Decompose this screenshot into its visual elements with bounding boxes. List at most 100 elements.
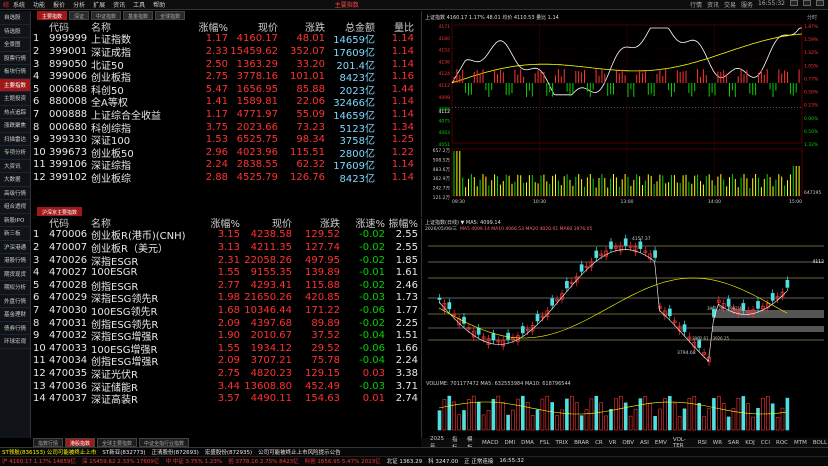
indicator-tab[interactable]: CR [594,440,604,446]
column-header[interactable]: 涨跌 [278,19,325,34]
volume-bar [726,416,731,431]
sidebar-item[interactable]: 期货现货 [0,268,30,281]
sidebar-item[interactable]: 外盘行情 [0,295,30,308]
sidebar-item[interactable]: 主题投资 [0,92,30,106]
sidebar-item[interactable]: 环球宏观 [0,335,30,349]
table-row[interactable]: 12 399102 创业板综 2.88 4525.79 126.76 8423亿 1.14 [33,171,418,185]
indicator-tab[interactable]: MACD [481,440,500,446]
indicator-tab[interactable]: DMI [504,440,517,446]
indicator-tab[interactable]: OBV [621,440,635,446]
column-header[interactable]: 涨幅% [198,215,240,230]
bottom-tab[interactable]: 港股指数 [65,438,96,447]
cell: 1 [33,229,40,241]
column-header[interactable]: 涨幅% [171,19,228,34]
bottom-tab[interactable]: 全球主要指数 [97,438,138,447]
column-header[interactable]: 量比 [375,19,414,34]
sidebar-item[interactable]: 新股IPO [0,214,30,227]
sidebar-item[interactable]: 专项分析 [0,146,30,160]
ticker-item[interactable]: ST新亚(832773) [102,448,145,456]
status-item: 16:55:32 [499,458,525,464]
sidebar-item[interactable]: 全景图 [0,38,30,52]
indicator-tab[interactable]: SAR [727,440,740,446]
minimize-button[interactable] [790,0,798,6]
menu-item-tools[interactable]: 工具 [129,0,149,9]
indicator-tab[interactable]: MTM [793,440,808,446]
column-header[interactable]: 涨速% [340,215,385,230]
bottom-tab[interactable]: 中证全指行业指数 [139,438,190,447]
cell: 399006 [49,71,88,83]
menu-item-help[interactable]: 帮助 [149,0,169,9]
volume-bar [712,398,716,431]
close-button[interactable] [816,0,824,6]
table-row[interactable]: 3 470026 深指ESGR 2.31 22058.26 497.95 -0.02 1.85 [33,254,418,268]
sidebar-item[interactable]: 沪深港通 [0,241,30,254]
menu-item-extend[interactable]: 扩展 [89,0,109,9]
sidebar-item[interactable]: 大资讯 [0,160,30,173]
cell: 1.14 [391,96,414,108]
sidebar-item[interactable]: 大数据 [0,173,30,187]
sidebar-item[interactable]: 股票行情 [0,52,30,65]
time-label: 13:00 [621,199,634,205]
sidebar-item[interactable]: 期权分析 [0,281,30,295]
cell: 1.14 [391,33,414,45]
column-header[interactable]: 振幅% [385,215,418,230]
indicator-tab[interactable]: TRIX [555,440,570,446]
bottom-tab[interactable]: 指数行情 [33,438,64,447]
candle-body [697,340,702,348]
cell: 154.63 [305,393,340,405]
ticker-item[interactable]: 正清股份(872693) [152,448,199,456]
sidebar-item[interactable]: 港股行情 [0,254,30,268]
menu-item-analysis[interactable]: 分析 [69,0,89,9]
sidebar-item[interactable]: 涨跌聚焦 [0,119,30,133]
column-header[interactable]: 涨跌 [292,215,340,230]
sidebar-item[interactable]: 基金理财 [0,308,30,322]
indicator-tab[interactable]: RSI [697,440,708,446]
cell: 1.66 [395,342,418,354]
indicator-tab[interactable]: KDJ [744,440,755,446]
indicator-tab[interactable]: ASI [639,440,650,446]
sidebar-item[interactable]: 高级行情 [0,187,30,200]
top-link-trade[interactable]: 交易 [724,0,736,9]
sidebar-item[interactable]: 待选股 [0,25,30,38]
ticker-item[interactable]: 公司可能被终止上市风险提示公告 [258,448,341,456]
cell: -0.03 [359,292,385,304]
indicator-tab[interactable]: DMA [520,440,535,446]
indicator-tab[interactable]: CCI [760,440,771,446]
maximize-button[interactable] [803,0,811,6]
indicator-tab[interactable]: FSL [539,440,551,446]
sidebar-item[interactable]: 新三板 [0,227,30,241]
cell: 000888 [49,108,88,120]
menu-item-function[interactable]: 功能 [29,0,49,9]
sidebar-item[interactable]: 组合透视 [0,200,30,214]
ticker-item[interactable]: 宏盛股份(872935) [205,448,252,456]
sidebar-item[interactable]: 扫描雷达 [0,133,30,146]
cell: 8 [33,317,40,329]
y-axis-right-label: 0.77% [804,76,819,82]
column-header[interactable]: 现价 [228,19,278,34]
ticker-item[interactable]: ST领航(836153) 公司可能被终止上市 [2,448,96,456]
top-link-quote[interactable]: 行情 [690,0,702,9]
volume-bar [550,402,554,431]
candle-body [594,250,599,258]
sidebar-item[interactable]: 热点追踪 [0,106,30,119]
top-link-service[interactable]: 服务 [741,0,753,9]
indicator-tab[interactable]: WR [712,440,723,446]
column-header[interactable]: 代码 [49,19,91,34]
indicator-tab[interactable]: BOLL [812,440,828,446]
table-row[interactable]: 14 470037 深证高装R 3.57 4490.11 154.63 0.01 2.74 [33,392,418,406]
zone-label-1: 3961.26 - 3992.41 [707,306,745,311]
column-header[interactable]: 现价 [240,215,292,230]
indicator-tab[interactable]: ROC [775,440,789,446]
sidebar-item[interactable]: 板块行情 [0,65,30,79]
menu-item-quote[interactable]: 报价 [49,0,69,9]
top-link-news[interactable]: 资讯 [707,0,719,9]
sidebar-item[interactable]: 自选股 [0,11,30,25]
sidebar-item[interactable]: 主要指数 [0,78,30,92]
menu-item-system[interactable]: 系统 [9,0,29,9]
indicator-tab[interactable]: VR [608,440,618,446]
column-header[interactable]: 代码 [49,215,91,230]
sidebar-item[interactable]: 债券行情 [0,322,30,335]
menu-item-news[interactable]: 资讯 [109,0,129,9]
indicator-tab[interactable]: EMV [654,440,668,446]
indicator-tab[interactable]: BRAR [573,440,590,446]
